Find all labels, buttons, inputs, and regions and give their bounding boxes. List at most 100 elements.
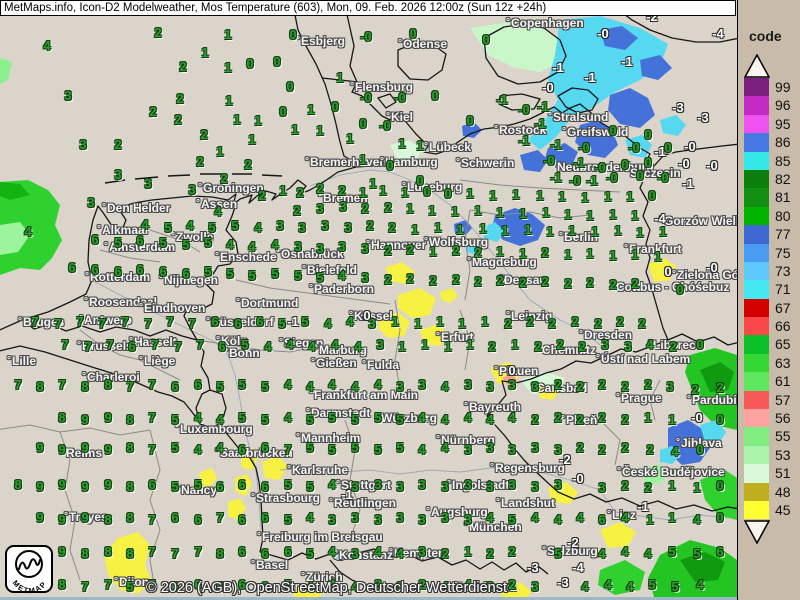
temperature-value: 4 bbox=[346, 314, 353, 329]
city-label: °Plauen bbox=[494, 364, 538, 378]
temperature-value: 7 bbox=[166, 314, 173, 329]
temperature-value: 2 bbox=[594, 316, 601, 331]
temperature-value: -3 bbox=[697, 110, 709, 125]
legend-swatch bbox=[744, 133, 769, 151]
temperature-value: 2 bbox=[388, 220, 395, 235]
temperature-value: 1 bbox=[668, 412, 675, 427]
temperature-value: 2 bbox=[576, 412, 583, 427]
temperature-value: 7 bbox=[144, 316, 151, 331]
temperature-value: 1 bbox=[581, 190, 588, 205]
temperature-value: 1 bbox=[291, 122, 298, 137]
temperature-value: 1 bbox=[216, 144, 223, 159]
city-label: °Würzburg bbox=[376, 411, 437, 425]
temperature-value: 0 bbox=[648, 188, 655, 203]
temperature-value: -0 bbox=[572, 471, 584, 486]
temperature-value: 5 bbox=[508, 512, 515, 527]
temperature-value: 1 bbox=[346, 131, 353, 146]
temperature-value: 3 bbox=[666, 379, 673, 394]
temperature-value: -3 bbox=[527, 560, 539, 575]
temperature-value: 7 bbox=[106, 337, 113, 352]
temperature-value: 3 bbox=[361, 241, 368, 256]
temperature-value: 4 bbox=[351, 379, 358, 394]
city-marker-icon: ° bbox=[84, 296, 89, 307]
temperature-value: 2 bbox=[441, 546, 448, 561]
temperature-value: 5 bbox=[164, 220, 171, 235]
temperature-value: 0 bbox=[609, 123, 616, 138]
temperature-value: 5 bbox=[668, 544, 675, 559]
temperature-value: 4 bbox=[214, 204, 221, 219]
city-marker-icon: ° bbox=[542, 545, 547, 556]
copyright-text: © 2026 (AGB), OpenStreetMap, Deutscher W… bbox=[146, 580, 507, 596]
city-marker-icon: ° bbox=[215, 251, 220, 262]
temperature-value: 3 bbox=[298, 220, 305, 235]
legend-swatch bbox=[744, 335, 769, 353]
temperature-value: 6 bbox=[68, 260, 75, 275]
temperature-value: 1 bbox=[519, 206, 526, 221]
temperature-value: -0 bbox=[379, 118, 391, 133]
temperature-value: 8 bbox=[126, 510, 133, 525]
temperature-value: 3 bbox=[114, 167, 121, 182]
temperature-value: 0 bbox=[363, 308, 370, 323]
city-marker-icon: ° bbox=[436, 331, 441, 342]
temperature-value: 6 bbox=[136, 262, 143, 277]
temperature-value: 2 bbox=[316, 181, 323, 196]
temperature-value: 7 bbox=[58, 377, 65, 392]
city-marker-icon: ° bbox=[206, 316, 211, 327]
temperature-value: 3 bbox=[396, 379, 403, 394]
temperature-value: 2 bbox=[621, 379, 628, 394]
city-marker-icon: ° bbox=[561, 414, 566, 425]
temperature-value: 1 bbox=[307, 102, 314, 117]
temperature-value: 1 bbox=[279, 183, 286, 198]
city-label: °Darmstadt bbox=[306, 406, 370, 420]
city-marker-icon: ° bbox=[18, 316, 23, 327]
city-label: °Chemnitz bbox=[537, 343, 596, 357]
weather-map[interactable]: °Esbjerg°Odense°Copenhagen°Flensburg°Kie… bbox=[0, 0, 737, 600]
city-marker-icon: ° bbox=[251, 559, 256, 570]
temperature-value: 0 bbox=[716, 412, 723, 427]
city-label: °Dortmund bbox=[236, 296, 298, 310]
temperature-value: 4 bbox=[306, 510, 313, 525]
temperature-value: -1 bbox=[537, 99, 549, 114]
city-label: °Regensburg bbox=[490, 461, 565, 475]
temperature-value: 3 bbox=[64, 88, 71, 103]
temperature-value: 2 bbox=[474, 245, 481, 260]
temperature-value: 4 bbox=[441, 379, 448, 394]
temperature-value: 2 bbox=[616, 314, 623, 329]
temperature-value: -2 bbox=[559, 452, 571, 467]
temperature-value: -0 bbox=[542, 80, 554, 95]
city-label: °Lübeck bbox=[424, 140, 471, 154]
temperature-value: 2 bbox=[571, 314, 578, 329]
temperature-value: 1 bbox=[233, 112, 240, 127]
temperature-value: 4 bbox=[226, 237, 233, 252]
temperature-value: 2 bbox=[586, 275, 593, 290]
city-marker-icon: ° bbox=[506, 17, 511, 28]
temperature-value: 0 bbox=[636, 168, 643, 183]
temperature-value: 7 bbox=[148, 544, 155, 559]
temperature-value: 5 bbox=[396, 412, 403, 427]
temperature-value: 2 bbox=[541, 274, 548, 289]
temperature-value: 0 bbox=[444, 186, 451, 201]
city-marker-icon: ° bbox=[296, 35, 301, 46]
temperature-value: 1 bbox=[644, 410, 651, 425]
legend-swatch bbox=[744, 115, 769, 133]
temperature-value: 9 bbox=[81, 510, 88, 525]
temperature-value: -0 bbox=[684, 139, 696, 154]
temperature-value: 0 bbox=[466, 113, 473, 128]
temperature-value: 4 bbox=[306, 379, 313, 394]
legend-swatch bbox=[744, 372, 769, 390]
city-label: °Stralsund bbox=[548, 110, 608, 124]
temperature-value: 2 bbox=[508, 577, 515, 592]
temperature-value: 9 bbox=[36, 440, 43, 455]
city-label: °Hannover bbox=[366, 238, 426, 252]
temperature-value: 4 bbox=[508, 410, 515, 425]
temperature-value: 1 bbox=[489, 188, 496, 203]
temperature-value: 4 bbox=[328, 544, 335, 559]
temperature-value: 8 bbox=[104, 377, 111, 392]
legend-swatch bbox=[744, 483, 769, 501]
temperature-value: 1 bbox=[421, 337, 428, 352]
temperature-value: 3 bbox=[531, 440, 538, 455]
temperature-value: 0 bbox=[664, 140, 671, 155]
temperature-value: 9 bbox=[81, 479, 88, 494]
temperature-value: 4 bbox=[186, 218, 193, 233]
temperature-value: 2 bbox=[406, 242, 413, 257]
